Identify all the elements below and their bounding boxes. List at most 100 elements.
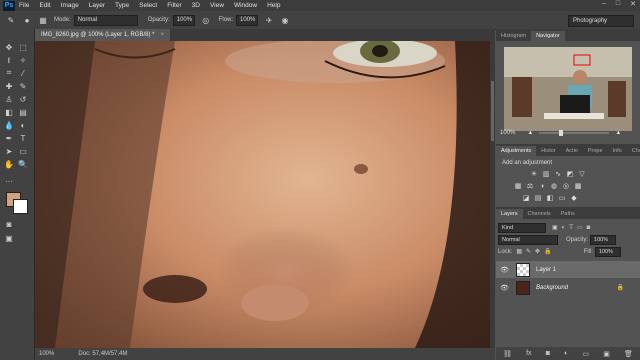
flow-input[interactable]: 100% bbox=[236, 14, 259, 26]
quick-mask-icon[interactable]: ◙ bbox=[4, 219, 14, 229]
zoom-tool-icon[interactable]: 🔍 bbox=[18, 159, 28, 169]
filter-type-icon[interactable]: T bbox=[569, 225, 573, 231]
tab-channels-layers[interactable]: Channels bbox=[523, 209, 556, 219]
tab-info[interactable]: Info bbox=[608, 146, 627, 156]
navigator-preview[interactable] bbox=[504, 47, 632, 131]
layer-opacity-input[interactable]: 100% bbox=[590, 234, 617, 245]
channel-mixer-icon[interactable]: ◎ bbox=[562, 182, 570, 190]
brightness-contrast-icon[interactable]: ☀ bbox=[530, 170, 538, 178]
tab-navigator[interactable]: Navigator bbox=[531, 31, 565, 41]
visibility-eye-icon[interactable]: 👁 bbox=[500, 266, 510, 274]
tab-actions[interactable]: Actio bbox=[561, 146, 583, 156]
canvas-vertical-scrollbar[interactable] bbox=[490, 41, 495, 348]
invert-icon[interactable]: ◪ bbox=[522, 194, 530, 202]
screen-mode-icon[interactable]: ▣ bbox=[4, 233, 14, 243]
clone-stamp-tool-icon[interactable]: ♙ bbox=[4, 94, 14, 104]
more-tools-icon[interactable]: … bbox=[4, 174, 14, 184]
marquee-tool-icon[interactable]: ⬚ bbox=[18, 42, 28, 52]
layer-style-icon[interactable]: fx bbox=[526, 350, 531, 357]
history-brush-tool-icon[interactable]: ↺ bbox=[18, 94, 28, 104]
filter-pixel-icon[interactable]: ▣ bbox=[552, 224, 558, 231]
posterize-icon[interactable]: ▤ bbox=[534, 194, 542, 202]
exposure-icon[interactable]: ◩ bbox=[566, 170, 574, 178]
menu-layer[interactable]: Layer bbox=[89, 2, 105, 9]
filter-shape-icon[interactable]: ▭ bbox=[577, 224, 583, 231]
menu-type[interactable]: Type bbox=[115, 2, 129, 9]
delete-layer-icon[interactable]: 🗑 bbox=[624, 350, 633, 358]
visibility-eye-icon[interactable]: 👁 bbox=[500, 284, 510, 292]
document-tab[interactable]: IMG_8260.jpg @ 100% (Layer 1, RGB/8) * × bbox=[35, 29, 170, 41]
layer-filter-select[interactable]: Kind bbox=[498, 222, 546, 233]
gradient-tool-icon[interactable]: ▤ bbox=[18, 107, 28, 117]
photo-filter-icon[interactable]: ◍ bbox=[550, 182, 558, 190]
color-lookup-icon[interactable]: ▩ bbox=[574, 182, 582, 190]
mode-select[interactable]: Normal bbox=[73, 14, 138, 26]
zoom-level[interactable]: 100% bbox=[39, 351, 54, 357]
lasso-tool-icon[interactable]: ℓ bbox=[4, 55, 14, 65]
threshold-icon[interactable]: ◧ bbox=[546, 194, 554, 202]
fill-input[interactable]: 100% bbox=[594, 246, 621, 257]
lock-pixels-icon[interactable]: ✎ bbox=[526, 248, 531, 255]
tab-layers[interactable]: Layers bbox=[496, 209, 523, 219]
selective-color-icon[interactable]: ◆ bbox=[570, 194, 578, 202]
menu-filter[interactable]: Filter bbox=[167, 2, 181, 9]
menu-edit[interactable]: Edit bbox=[39, 2, 50, 9]
crop-tool-icon[interactable]: ⌗ bbox=[4, 68, 14, 78]
path-select-tool-icon[interactable]: ➤ bbox=[4, 146, 14, 156]
filter-adjustment-icon[interactable]: ◐ bbox=[562, 225, 566, 231]
blend-mode-select[interactable]: Normal bbox=[498, 234, 558, 245]
spot-healing-tool-icon[interactable]: ✎ bbox=[6, 15, 16, 25]
new-adjustment-layer-icon[interactable]: ◐ bbox=[564, 350, 568, 357]
healing-brush-tool-icon[interactable]: ✚ bbox=[4, 81, 14, 91]
tab-paths[interactable]: Paths bbox=[556, 209, 580, 219]
lock-position-icon[interactable]: ✥ bbox=[535, 248, 540, 255]
minimize-button[interactable]: – bbox=[602, 0, 606, 8]
maximize-button[interactable]: □ bbox=[616, 0, 620, 8]
brush-preset-icon[interactable]: ● bbox=[22, 15, 32, 25]
new-layer-icon[interactable]: ▣ bbox=[603, 350, 610, 358]
move-tool-icon[interactable]: ✥ bbox=[4, 42, 14, 52]
add-mask-icon[interactable]: ◙ bbox=[546, 350, 550, 357]
dodge-tool-icon[interactable]: ◐ bbox=[18, 120, 28, 130]
lock-transparent-icon[interactable]: ▦ bbox=[516, 248, 522, 255]
color-balance-icon[interactable]: ⚖ bbox=[526, 182, 534, 190]
vibrance-icon[interactable]: ▽ bbox=[578, 170, 586, 178]
menu-file[interactable]: File bbox=[19, 2, 29, 9]
filter-smart-icon[interactable]: ◙ bbox=[587, 225, 591, 231]
size-pressure-icon[interactable]: ◉ bbox=[280, 15, 290, 25]
brush-tool-icon[interactable]: ✎ bbox=[18, 81, 28, 91]
new-group-icon[interactable]: ▭ bbox=[582, 350, 589, 358]
tab-history[interactable]: Histor bbox=[536, 146, 560, 156]
menu-3d[interactable]: 3D bbox=[192, 2, 200, 9]
hue-saturation-icon[interactable]: ▦ bbox=[514, 182, 522, 190]
opacity-input[interactable]: 100% bbox=[172, 14, 195, 26]
hand-tool-icon[interactable]: ✋ bbox=[4, 159, 14, 169]
navigator-zoom[interactable]: 100% bbox=[500, 130, 515, 136]
tab-histogram[interactable]: Histogram bbox=[496, 31, 531, 41]
close-window-button[interactable]: ✕ bbox=[630, 0, 636, 8]
workspace-select[interactable]: Photography bbox=[568, 15, 634, 27]
close-tab-icon[interactable]: × bbox=[160, 32, 164, 38]
quick-select-tool-icon[interactable]: ✧ bbox=[18, 55, 28, 65]
menu-select[interactable]: Select bbox=[139, 2, 157, 9]
menu-image[interactable]: Image bbox=[61, 2, 79, 9]
lock-all-icon[interactable]: 🔒 bbox=[544, 248, 551, 255]
zoom-out-icon[interactable]: ▲ bbox=[527, 130, 533, 136]
black-white-icon[interactable]: ◑ bbox=[538, 182, 546, 190]
eraser-tool-icon[interactable]: ◧ bbox=[4, 107, 14, 117]
zoom-in-icon[interactable]: ▲ bbox=[615, 130, 621, 136]
pen-tool-icon[interactable]: ✒ bbox=[4, 133, 14, 143]
menu-view[interactable]: View bbox=[210, 2, 224, 9]
tab-adjustments[interactable]: Adjustments bbox=[496, 146, 537, 156]
blur-tool-icon[interactable]: 💧 bbox=[4, 120, 14, 130]
eyedropper-tool-icon[interactable]: ⁄ bbox=[18, 68, 28, 78]
navigator-zoom-slider[interactable] bbox=[539, 130, 610, 136]
gradient-map-icon[interactable]: ▭ bbox=[558, 194, 566, 202]
opacity-pressure-icon[interactable]: ◎ bbox=[201, 15, 211, 25]
tab-properties[interactable]: Prope bbox=[583, 146, 608, 156]
shape-tool-icon[interactable]: ▭ bbox=[18, 146, 28, 156]
layer-row-background[interactable]: 👁 Background 🔒 bbox=[496, 279, 640, 296]
curves-icon[interactable]: ∿ bbox=[554, 170, 562, 178]
menu-help[interactable]: Help bbox=[267, 2, 280, 9]
menu-window[interactable]: Window bbox=[234, 2, 257, 9]
